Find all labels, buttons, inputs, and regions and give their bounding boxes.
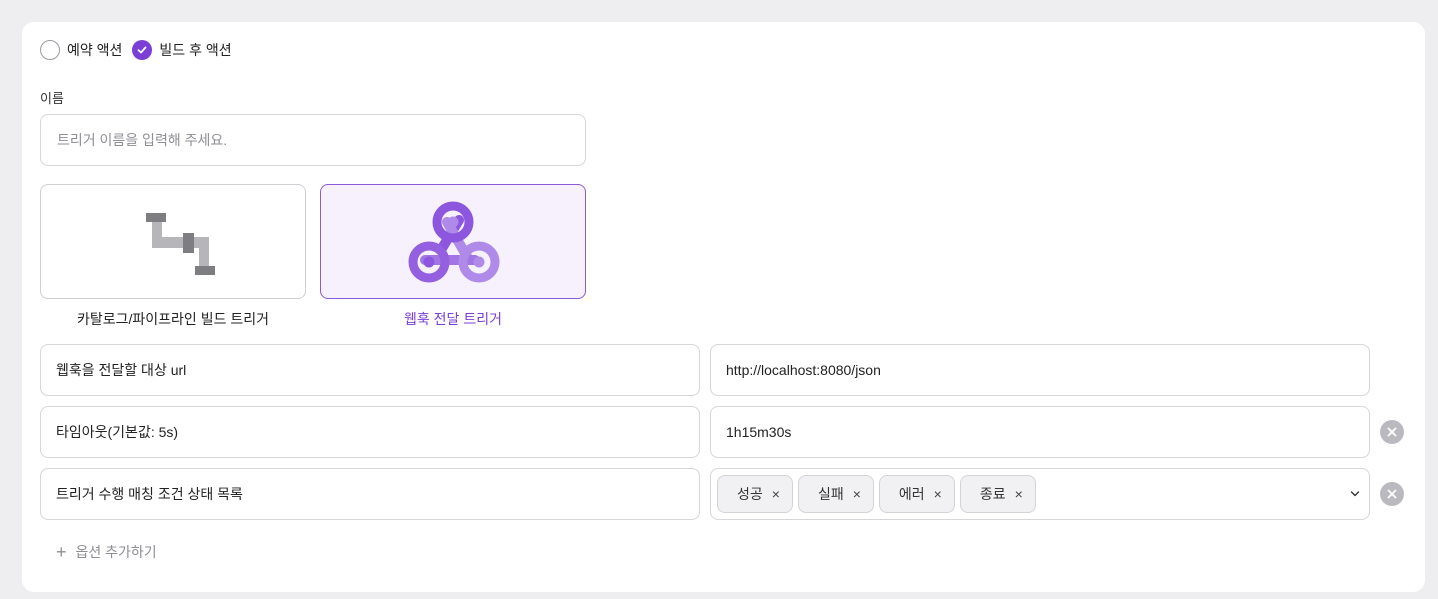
tag-label: 에러 xyxy=(898,486,925,502)
trigger-type-radio-group: 예약 액션 빌드 후 액션 xyxy=(40,39,242,61)
option-value-text: 1h15m30s xyxy=(726,424,792,440)
remove-option-button[interactable] xyxy=(1380,482,1404,506)
kind-label-webhook: 웹훅 전달 트리거 xyxy=(404,311,502,327)
option-value-field[interactable]: 1h15m30s xyxy=(710,406,1370,458)
tag-chip: 에러 × xyxy=(878,475,955,513)
close-icon xyxy=(1387,427,1397,437)
trigger-form-card: 예약 액션 빌드 후 액션 이름 카탈로그/파이프라인 빌드 트리거 xyxy=(22,22,1425,592)
tag-label: 실패 xyxy=(817,486,844,502)
option-key-field[interactable]: 웹훅을 전달할 대상 url xyxy=(40,344,700,396)
pipe-icon xyxy=(146,212,215,275)
option-value-text: http://localhost:8080/json xyxy=(726,362,881,378)
radio-scheduled-action-label: 예약 액션 xyxy=(67,42,123,58)
tag-chip: 성공 × xyxy=(717,475,793,513)
tag-remove-icon[interactable]: × xyxy=(1015,486,1023,502)
tag-remove-icon[interactable]: × xyxy=(772,486,780,502)
name-label: 이름 xyxy=(40,91,64,106)
radio-post-build-action[interactable]: 빌드 후 액션 xyxy=(132,40,232,60)
tag-remove-icon[interactable]: × xyxy=(853,486,861,502)
option-key-field[interactable]: 트리거 수행 매칭 조건 상태 목록 xyxy=(40,468,700,520)
option-key-text: 트리거 수행 매칭 조건 상태 목록 xyxy=(56,486,243,502)
radio-post-build-action-label: 빌드 후 액션 xyxy=(159,42,232,58)
option-key-text: 웹훅을 전달할 대상 url xyxy=(56,362,187,378)
tag-list: 성공 × 실패 × 에러 × 종료 × xyxy=(717,475,1350,513)
chevron-down-icon[interactable] xyxy=(1350,491,1360,497)
remove-option-button[interactable] xyxy=(1380,420,1404,444)
add-option-label: 옵션 추가하기 xyxy=(75,544,157,560)
tag-chip: 실패 × xyxy=(797,475,874,513)
webhook-icon xyxy=(408,201,500,282)
tag-chip: 종료 × xyxy=(959,475,1036,513)
status-multiselect[interactable]: 성공 × 실패 × 에러 × 종료 × xyxy=(710,468,1370,520)
option-key-text: 타임아웃(기본값: 5s) xyxy=(56,424,179,440)
radio-scheduled-action[interactable]: 예약 액션 xyxy=(40,40,122,60)
option-value-field[interactable]: http://localhost:8080/json xyxy=(710,344,1370,396)
kind-label-pipeline-build: 카탈로그/파이프라인 빌드 트리거 xyxy=(77,311,269,327)
option-key-field[interactable]: 타임아웃(기본값: 5s) xyxy=(40,406,700,458)
kind-card-webhook[interactable] xyxy=(320,184,586,299)
kind-card-pipeline-build[interactable] xyxy=(40,184,306,299)
plus-icon: + xyxy=(56,542,67,562)
add-option-button[interactable]: + 옵션 추가하기 xyxy=(56,542,157,562)
tag-label: 성공 xyxy=(737,486,763,502)
trigger-name-input[interactable] xyxy=(40,114,586,166)
radio-unchecked-icon xyxy=(40,40,60,60)
tag-label: 종료 xyxy=(979,486,1006,502)
radio-checked-icon xyxy=(132,40,153,60)
tag-remove-icon[interactable]: × xyxy=(934,486,942,502)
close-icon xyxy=(1387,489,1397,499)
